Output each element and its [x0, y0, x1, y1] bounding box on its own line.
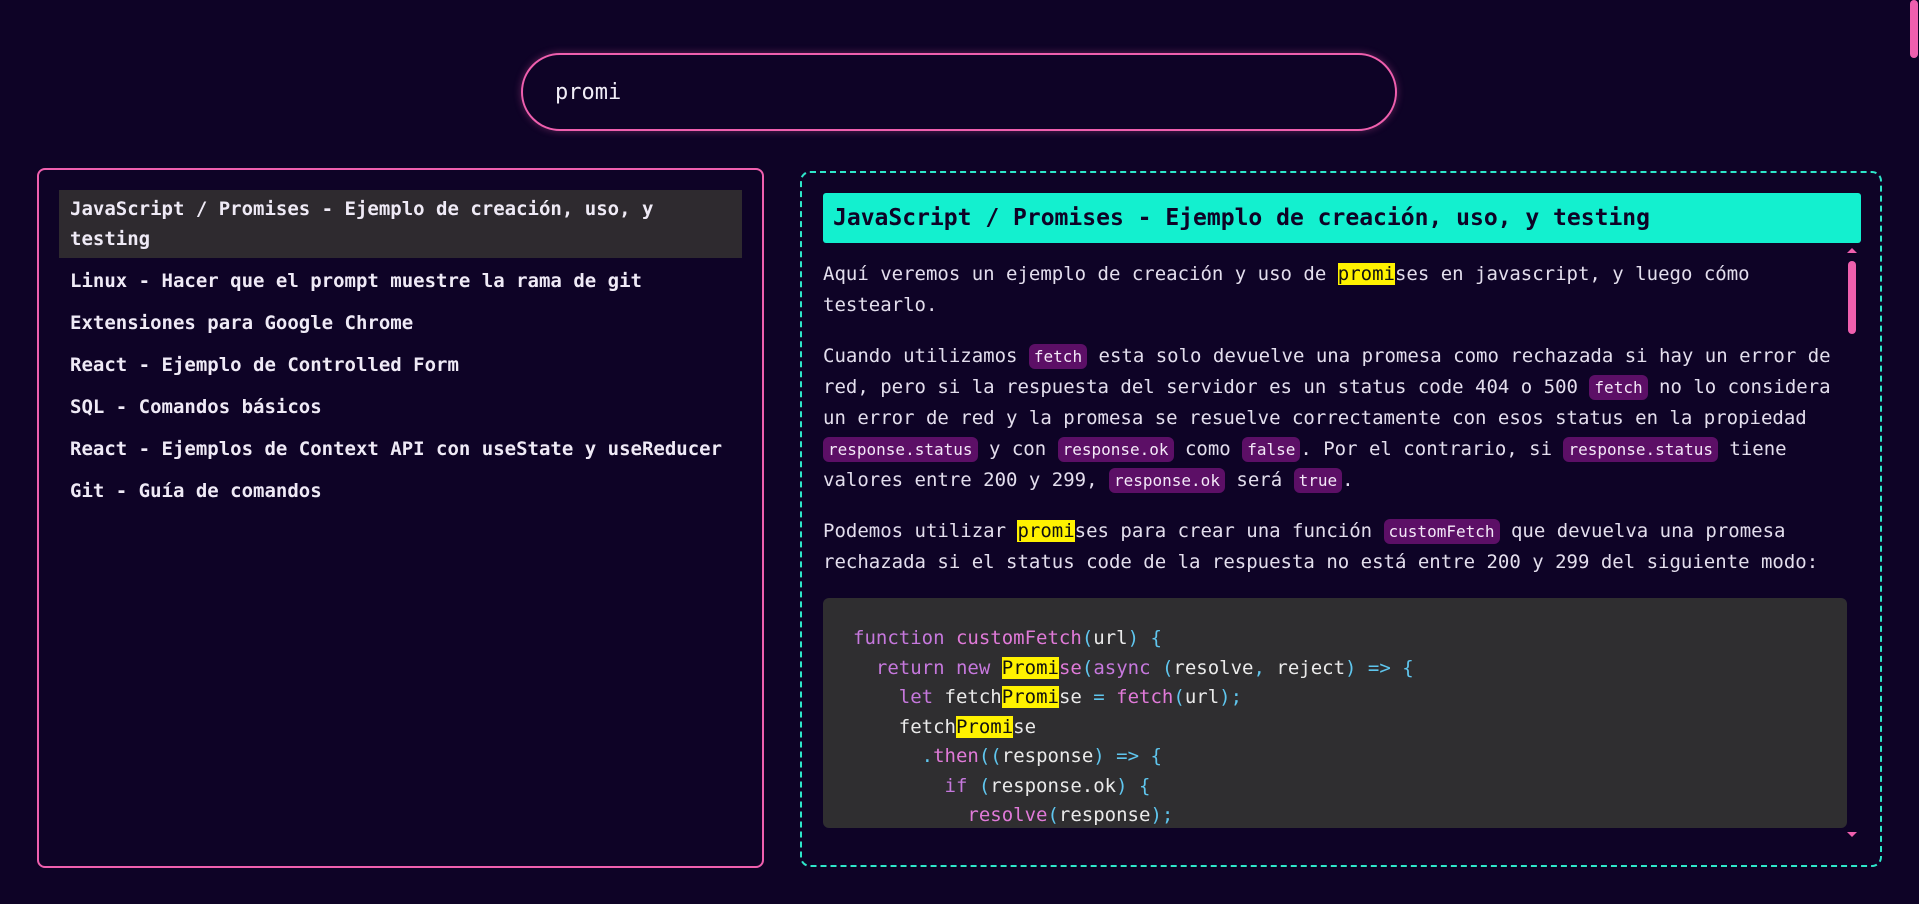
code-var: se — [1013, 715, 1037, 738]
inline-code: response.ok — [1108, 468, 1225, 493]
text: Aquí veremos un ejemplo de creación y us… — [823, 263, 1338, 285]
code-arg: response.ok — [990, 774, 1117, 797]
preview-scroll-thumb[interactable] — [1848, 261, 1856, 334]
code-punct: ) => { — [1345, 656, 1414, 679]
result-item[interactable]: Linux - Hacer que el prompt muestre la r… — [59, 262, 742, 300]
code-punct: ); — [1219, 686, 1243, 708]
code-punct: ( — [967, 774, 991, 797]
preview-panel: JavaScript / Promises - Ejemplo de creac… — [800, 171, 1882, 867]
inline-code: response.status — [1563, 437, 1718, 462]
code-punct: ( — [1081, 656, 1094, 679]
code-punct: ) { — [1116, 774, 1151, 797]
paragraph-customfetch: Podemos utilizar promises para crear una… — [823, 516, 1847, 578]
scroll-up-arrow-icon[interactable] — [1847, 248, 1857, 253]
code-arg: url — [1093, 627, 1128, 649]
code-arg: response — [1058, 804, 1151, 826]
code-punct: ) { — [1127, 627, 1162, 649]
inline-code: true — [1293, 468, 1343, 493]
code-keyword: async — [1093, 656, 1151, 679]
page-scrollbar[interactable] — [1908, 0, 1919, 904]
text: . Por el contrario, si — [1300, 438, 1564, 460]
code-block[interactable]: function customFetch(url) { return new P… — [823, 598, 1847, 828]
result-item[interactable]: React - Ejemplos de Context API con useS… — [59, 430, 742, 468]
inline-code: false — [1242, 437, 1301, 462]
code-keyword: if — [944, 774, 968, 797]
code-punct: ( — [1081, 627, 1094, 649]
code-function: customFetch — [955, 627, 1082, 649]
paragraph-fetch: Cuando utilizamos fetch esta solo devuel… — [823, 341, 1847, 496]
code-punct: ( — [1173, 686, 1185, 708]
code-punct: ( — [1150, 656, 1174, 679]
preview-title: JavaScript / Promises - Ejemplo de creac… — [823, 193, 1861, 243]
code-function: then — [933, 745, 979, 767]
scroll-down-arrow-icon[interactable] — [1847, 832, 1857, 837]
code-keyword: new — [955, 656, 991, 679]
preview-body[interactable]: Aquí veremos un ejemplo de creación y us… — [823, 259, 1847, 845]
text: será — [1224, 469, 1294, 491]
search-highlight: Promi — [1001, 686, 1059, 708]
page-scroll-thumb[interactable] — [1910, 0, 1918, 58]
code-var: se — [1058, 686, 1082, 708]
inline-code: customFetch — [1383, 519, 1500, 544]
result-item-selected[interactable]: JavaScript / Promises - Ejemplo de creac… — [59, 190, 742, 258]
code-punct: ) => { — [1093, 745, 1162, 767]
inline-code: fetch — [1589, 375, 1648, 400]
inline-code: fetch — [1028, 344, 1088, 369]
result-item[interactable]: Git - Guía de comandos — [59, 472, 742, 510]
result-item[interactable]: Extensiones para Google Chrome — [59, 304, 742, 342]
code-arg: response — [1001, 745, 1094, 767]
code-var: fetch — [898, 715, 956, 738]
text: ses para crear una función — [1074, 520, 1384, 542]
text: Cuando utilizamos — [823, 345, 1029, 367]
code-punct: ( — [1047, 804, 1059, 826]
text: y con — [977, 438, 1058, 460]
code-var: fetch — [944, 686, 1002, 708]
result-item[interactable]: SQL - Comandos básicos — [59, 388, 742, 426]
search-highlight: promi — [1337, 263, 1395, 285]
code-function: resolve — [967, 804, 1048, 826]
code-keyword: function — [853, 627, 945, 649]
code-arg: reject — [1276, 656, 1346, 679]
inline-code: response.status — [823, 437, 978, 462]
code-function: se — [1058, 656, 1082, 679]
code-punct: . — [921, 745, 934, 767]
code-arg: url — [1184, 686, 1220, 708]
paragraph-intro: Aquí veremos un ejemplo de creación y us… — [823, 259, 1847, 321]
code-punct: , — [1253, 656, 1277, 679]
search-input[interactable] — [555, 55, 1355, 129]
text: como — [1173, 438, 1243, 460]
result-item[interactable]: React - Ejemplo de Controlled Form — [59, 346, 742, 384]
text: Podemos utilizar — [823, 520, 1018, 542]
code-punct: ); — [1150, 804, 1174, 826]
search-highlight: Promi — [955, 715, 1014, 738]
text: . — [1342, 469, 1354, 491]
code-keyword: return — [875, 656, 945, 679]
code-punct: = — [1081, 686, 1117, 708]
preview-scrollbar[interactable] — [1847, 248, 1859, 838]
search-bar[interactable] — [521, 53, 1397, 131]
code-arg: resolve — [1173, 656, 1254, 679]
search-highlight: promi — [1017, 520, 1075, 542]
code-punct: (( — [978, 745, 1002, 767]
search-highlight: Promi — [1001, 656, 1059, 679]
code-function: fetch — [1116, 686, 1174, 708]
inline-code: response.ok — [1057, 437, 1174, 462]
results-list: JavaScript / Promises - Ejemplo de creac… — [37, 168, 764, 868]
code-keyword: let — [898, 686, 934, 708]
